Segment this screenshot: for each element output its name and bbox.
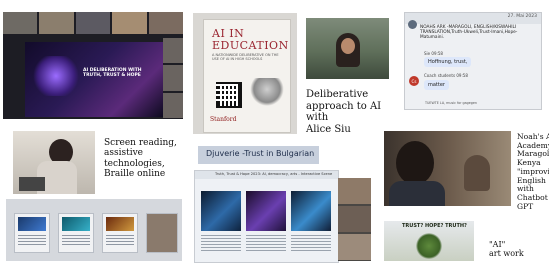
slides-grid (6, 199, 182, 261)
chat-bubble: matter (424, 80, 449, 90)
speaker-image (396, 141, 434, 185)
screen-reading-photo (13, 131, 95, 194)
participant-tile (148, 12, 183, 34)
artwork-image (201, 191, 241, 231)
sender-name: Sie (424, 51, 431, 56)
web-page-screenshot: Truth, Trust & Hope 2023: AI, democracy,… (194, 170, 339, 263)
sender-name: Coach students (424, 73, 456, 78)
chat-window: 27. Mai 2023 NOAHS ARK -MARAGOLI, ENGLIS… (404, 12, 542, 110)
video-call-deliberation-slide: AI DELIBERATION WITH TRUTH, TRUST & HOPE (3, 12, 183, 119)
braille-device-image (19, 177, 45, 191)
caption-screen-reading: Screen reading, assistive technologies, … (104, 138, 177, 180)
alice-siu-video-thumbnail (306, 18, 389, 79)
chat-date: 27. Mai 2023 (507, 14, 537, 19)
deliberation-slide: AI DELIBERATION WITH TRUTH, TRUST & HOPE (25, 42, 163, 117)
tree-icon (416, 233, 442, 259)
page-title: Truth, Trust & Hope 2023: AI, democracy,… (215, 172, 333, 176)
message-time: 09:58 (456, 73, 468, 78)
artwork-caption (201, 235, 241, 251)
slide-card (14, 213, 50, 253)
participant-tile (39, 12, 74, 34)
participant-sidebar (163, 38, 183, 118)
participant-tile (338, 178, 371, 204)
artwork-caption (291, 235, 331, 251)
avatar: Cs (409, 76, 419, 86)
slide-card (102, 213, 138, 253)
ai-logo-image (33, 56, 79, 96)
caption-ai-art: "AI" art work (489, 240, 524, 259)
participant-tile (163, 65, 183, 91)
video-call-gallery (338, 178, 371, 261)
slide-title: AI DELIBERATION WITH TRUTH, TRUST & HOPE (83, 68, 142, 79)
slide-card (58, 213, 94, 253)
chat-footer: TUEWTE LA, music for gagegen (425, 101, 478, 105)
participant-tile (75, 12, 111, 34)
message-time: 09:58 (431, 51, 443, 56)
artwork-image (246, 191, 286, 231)
djuverie-slide: Djuverie -Trust in Bulgarian (198, 146, 319, 164)
participant-tile (146, 213, 178, 253)
ai-in-education-book: AI IN EDUCATION A NATIONWIDE DELIBERATIV… (193, 13, 297, 134)
book-subtitle: A NATIONWIDE DELIBERATIVE ON THE USE OF … (212, 53, 279, 62)
caption-deliberative: Deliberative approach to AI with Alice S… (306, 89, 382, 135)
artwork-image (291, 191, 331, 231)
avatar (408, 20, 417, 29)
chat-message: NOAHS ARK -MARAGOLI, ENGLISH/KISWAHILI T… (420, 25, 518, 41)
kenya-video-photo (384, 131, 511, 206)
book-cover: AI IN EDUCATION A NATIONWIDE DELIBERATIV… (203, 19, 291, 133)
slide-text: Djuverie -Trust in Bulgarian (206, 149, 315, 158)
participant-tile (338, 206, 371, 232)
caption-noahs-ark: Noah's A Academy Maragoli Kenya "improvi… (517, 133, 549, 211)
publisher-logo: Stanford (210, 116, 237, 123)
page-header: Truth, Trust & Hope 2023: AI, democracy,… (195, 171, 338, 179)
chat-bubble: Hoffnung, trust, (424, 57, 472, 67)
participant-strip (3, 12, 183, 34)
participant-tile (3, 12, 38, 34)
artwork-caption (246, 235, 286, 251)
book-title: AI IN EDUCATION (212, 27, 289, 53)
robot-image (250, 78, 284, 106)
participant-tile (163, 92, 183, 118)
participant-tile (338, 234, 371, 260)
participant-tile (112, 12, 147, 34)
ai-art-poster: TRUST? HOPE? TRUTH? (384, 221, 474, 261)
poster-text: TRUST? HOPE? TRUTH? (402, 223, 467, 229)
participant-tile (163, 38, 183, 64)
chat-header: 27. Mai 2023 (405, 13, 541, 24)
